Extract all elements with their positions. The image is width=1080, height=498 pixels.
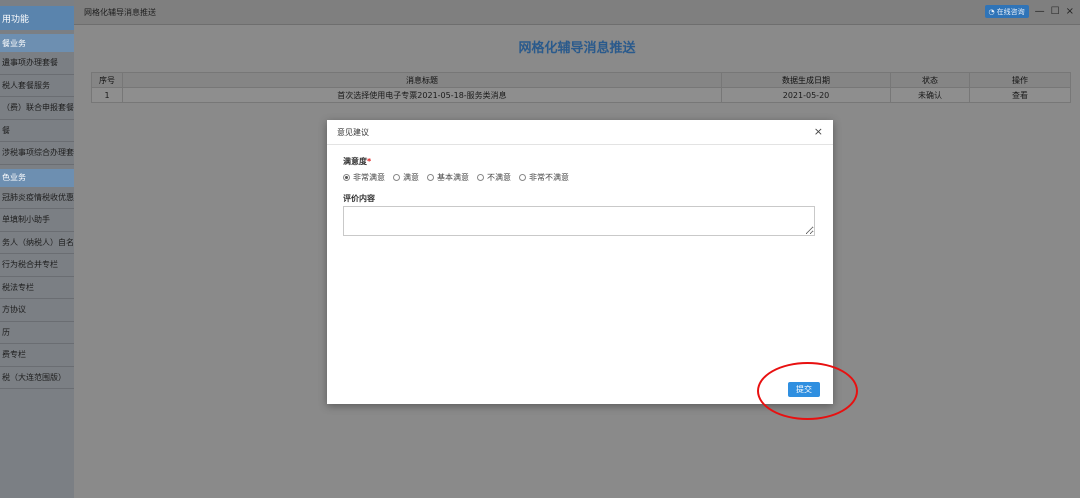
- sidebar-item[interactable]: 涉税事项综合办理套餐: [0, 142, 74, 165]
- radio-very-satisfied[interactable]: 非常满意: [343, 172, 385, 183]
- annotation-circle: [757, 362, 858, 420]
- radio-very-unsatisfied[interactable]: 非常不满意: [519, 172, 569, 183]
- sidebar-item[interactable]: 历: [0, 322, 74, 344]
- table-header-row: 序号 消息标题 数据生成日期 状态 操作: [91, 72, 1071, 88]
- row-date: 2021-05-20: [721, 87, 891, 103]
- window-title: 网格化辅导消息推送: [84, 7, 156, 17]
- radio-label: 不满意: [487, 173, 511, 182]
- view-link[interactable]: 查看: [969, 87, 1071, 103]
- radio-unchecked-icon: [477, 174, 484, 181]
- column-header: 消息标题: [122, 72, 722, 88]
- close-icon[interactable]: ×: [1066, 6, 1074, 17]
- satisfaction-label-text: 满意度: [343, 157, 367, 166]
- close-icon[interactable]: ×: [814, 125, 823, 138]
- table-row: 1 首次选择使用电子专票2021-05-18-服务类消息 2021-05-20 …: [91, 87, 1071, 103]
- sidebar-item[interactable]: 务人（纳税人）自名册: [0, 232, 74, 254]
- column-header: 数据生成日期: [721, 72, 891, 88]
- sidebar-item[interactable]: 冠肺炎疫情税收优惠专: [0, 187, 74, 209]
- radio-basically-satisfied[interactable]: 基本满意: [427, 172, 469, 183]
- satisfaction-label: 满意度*: [343, 156, 371, 167]
- column-header: 操作: [969, 72, 1071, 88]
- radio-checked-icon: [343, 174, 350, 181]
- radio-label: 非常满意: [353, 173, 385, 182]
- radio-label: 基本满意: [437, 173, 469, 182]
- sidebar-header: 用功能: [0, 6, 74, 30]
- row-index: 1: [91, 87, 123, 103]
- column-header: 序号: [91, 72, 123, 88]
- required-mark: *: [367, 157, 372, 166]
- row-title: 首次选择使用电子专票2021-05-18-服务类消息: [122, 87, 722, 103]
- comment-textarea[interactable]: [343, 206, 815, 236]
- online-consult-label: 在线咨询: [996, 7, 1025, 16]
- sidebar-item[interactable]: 行为税合并专栏: [0, 254, 74, 277]
- radio-satisfied[interactable]: 满意: [393, 172, 419, 183]
- sidebar-item[interactable]: 税（大连范围版）: [0, 367, 74, 389]
- radio-label: 非常不满意: [529, 173, 569, 182]
- sidebar-item[interactable]: 单填制小助手: [0, 209, 74, 232]
- sidebar-item[interactable]: 税人套餐服务: [0, 75, 74, 97]
- window-titlebar: 网格化辅导消息推送 ◔ 在线咨询 — ☐ ×: [74, 0, 1080, 25]
- headset-icon: ◔: [988, 7, 995, 16]
- page-title: 网格化辅导消息推送: [518, 41, 636, 56]
- sidebar-item[interactable]: 税法专栏: [0, 277, 74, 299]
- row-status: 未确认: [890, 87, 970, 103]
- radio-label: 满意: [403, 173, 419, 182]
- feedback-dialog: 意见建议 × 满意度* 非常满意 满意 基本满意 不满意 非常不满意 评价内容 …: [327, 120, 833, 404]
- satisfaction-radio-group: 非常满意 满意 基本满意 不满意 非常不满意: [343, 172, 569, 183]
- dialog-title: 意见建议: [337, 127, 369, 137]
- column-header: 状态: [890, 72, 970, 88]
- online-consult-button[interactable]: ◔ 在线咨询: [984, 5, 1029, 18]
- window-controls: ◔ 在线咨询 — ☐ ×: [984, 5, 1074, 18]
- sidebar-item[interactable]: 费专栏: [0, 344, 74, 367]
- maximize-icon[interactable]: ☐: [1051, 6, 1060, 17]
- sidebar-item[interactable]: 餐: [0, 120, 74, 142]
- sidebar: 用功能 餐业务 遺事项办理套餐 税人套餐服务 （费）联合申报套餐 餐 涉税事项综…: [0, 0, 74, 498]
- sidebar-section-title[interactable]: 餐业务: [0, 34, 74, 52]
- radio-unchecked-icon: [393, 174, 400, 181]
- radio-unchecked-icon: [427, 174, 434, 181]
- sidebar-section-title[interactable]: 色业务: [0, 168, 74, 187]
- radio-unchecked-icon: [519, 174, 526, 181]
- radio-unsatisfied[interactable]: 不满意: [477, 172, 511, 183]
- message-table: 序号 消息标题 数据生成日期 状态 操作 1 首次选择使用电子专票2021-05…: [91, 72, 1071, 103]
- sidebar-item[interactable]: 方协议: [0, 299, 74, 322]
- minimize-icon[interactable]: —: [1035, 6, 1045, 17]
- comment-label: 评价内容: [343, 194, 375, 203]
- dialog-header: 意见建议 ×: [327, 120, 833, 145]
- sidebar-item[interactable]: 遺事项办理套餐: [0, 52, 74, 75]
- sidebar-item[interactable]: （费）联合申报套餐: [0, 97, 74, 120]
